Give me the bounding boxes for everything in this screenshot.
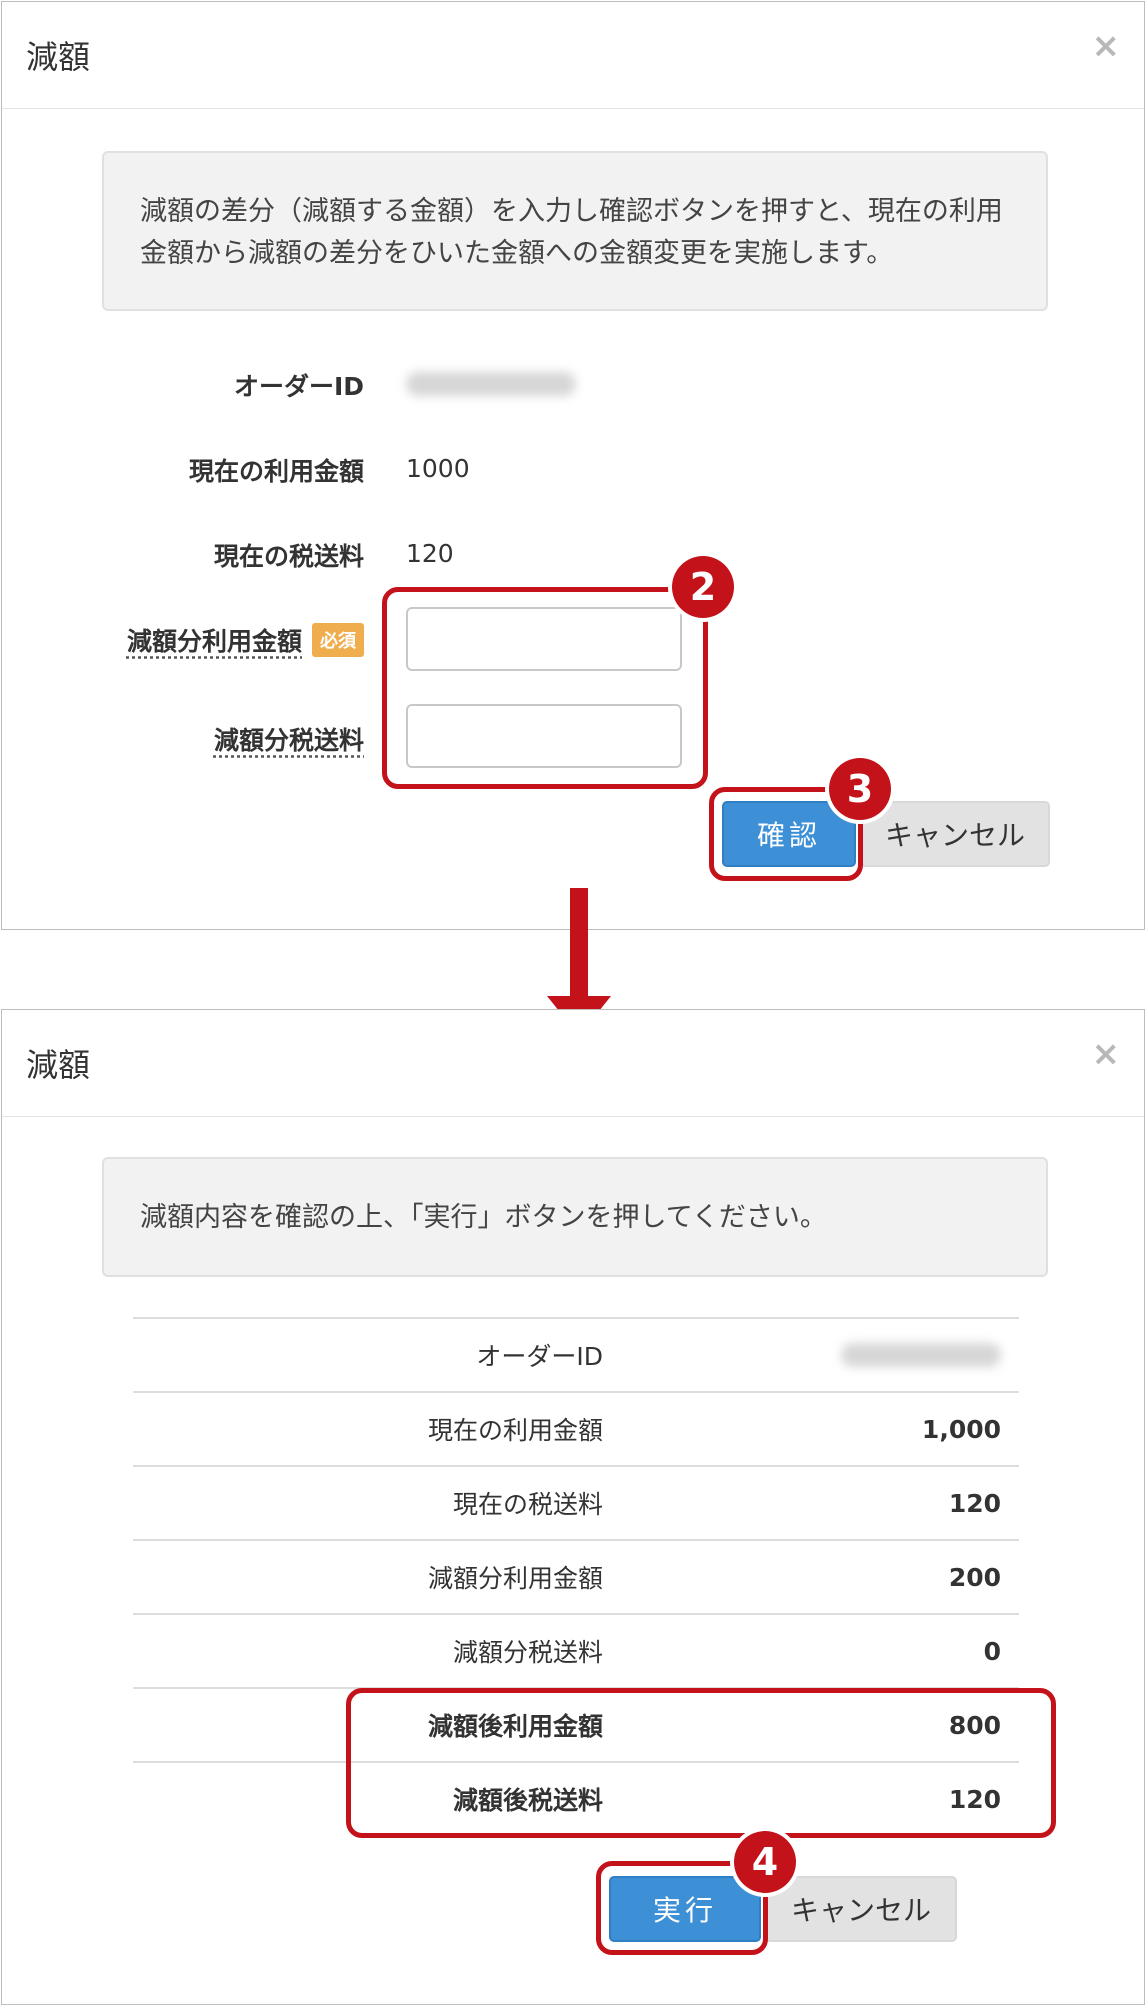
step-badge-4: 4 bbox=[734, 1831, 796, 1893]
reduce-tax-label: 減額分税送料 bbox=[213, 726, 364, 755]
reduce-confirm-dialog: 減額 × 減額内容を確認の上、「実行」ボタンを押してください。 オーダーID 現… bbox=[1, 1009, 1145, 2005]
row-label: 減額分税送料 bbox=[133, 1613, 603, 1688]
current-amount-label: 現在の利用金額 bbox=[188, 457, 364, 486]
table-row: 減額分税送料 0 bbox=[133, 1613, 1019, 1688]
dialog-title: 減額 bbox=[26, 38, 91, 76]
reduce-amount-label: 減額分利用金額 必須 bbox=[127, 622, 364, 658]
reduce-input-dialog: 減額 × 減額の差分（減額する金額）を入力し確認ボタンを押すと、現在の利用金額か… bbox=[1, 1, 1145, 930]
step-badge-2: 2 bbox=[672, 556, 734, 618]
info-message: 減額内容を確認の上、「実行」ボタンを押してください。 bbox=[102, 1157, 1048, 1277]
dialog-title: 減額 bbox=[26, 1046, 91, 1084]
row-value: 0 bbox=[603, 1613, 1019, 1688]
dialog-header: 減額 × bbox=[2, 1010, 1144, 1117]
row-label: 減額分利用金額 bbox=[133, 1539, 603, 1614]
cancel-button[interactable]: キャンセル bbox=[860, 801, 1050, 867]
table-row: 現在の税送料 120 bbox=[133, 1465, 1019, 1540]
row-value: 200 bbox=[603, 1539, 1019, 1614]
table-row: 減額分利用金額 200 bbox=[133, 1539, 1019, 1614]
arrow-down-icon bbox=[570, 888, 588, 998]
row-label: 現在の税送料 bbox=[133, 1465, 603, 1540]
order-id-value-redacted bbox=[406, 372, 576, 396]
current-tax-label: 現在の税送料 bbox=[213, 542, 364, 571]
step-badge-3: 3 bbox=[829, 758, 891, 820]
row-value: 1,000 bbox=[603, 1391, 1019, 1466]
info-message: 減額の差分（減額する金額）を入力し確認ボタンを押すと、現在の利用金額から減額の差… bbox=[102, 151, 1048, 311]
table-row: 現在の利用金額 1,000 bbox=[133, 1391, 1019, 1466]
current-amount-value: 1000 bbox=[406, 454, 470, 483]
close-icon[interactable]: × bbox=[1092, 26, 1121, 66]
inputs-highlight-frame bbox=[382, 587, 708, 789]
row-label: オーダーID bbox=[133, 1317, 603, 1392]
current-tax-value: 120 bbox=[406, 539, 454, 568]
redacted-blur bbox=[841, 1343, 1001, 1367]
required-badge: 必須 bbox=[312, 623, 364, 657]
dialog-header: 減額 × bbox=[2, 2, 1144, 109]
row-value: 120 bbox=[603, 1465, 1019, 1540]
close-icon[interactable]: × bbox=[1092, 1034, 1121, 1074]
result-highlight-frame bbox=[346, 1688, 1056, 1838]
row-label: 現在の利用金額 bbox=[133, 1391, 603, 1466]
cancel-button[interactable]: キャンセル bbox=[765, 1876, 957, 1942]
table-row: オーダーID bbox=[133, 1317, 1019, 1392]
order-id-value-redacted bbox=[603, 1317, 1019, 1392]
order-id-label: オーダーID bbox=[233, 372, 364, 401]
